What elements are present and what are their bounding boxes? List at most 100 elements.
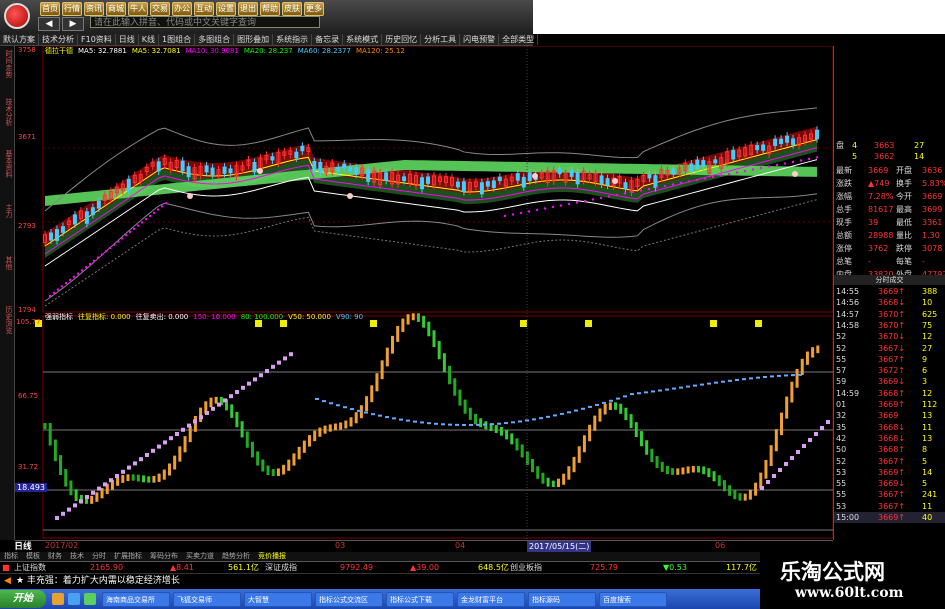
toolbar-button-0[interactable]: 首页 xyxy=(40,2,60,16)
ind-bar-141 xyxy=(774,429,778,452)
tick-price: 3669↑ xyxy=(878,467,906,477)
menu-item-3[interactable]: 日线 xyxy=(116,34,139,45)
stat-label: 总额 xyxy=(836,231,852,240)
tick-volume: 40 xyxy=(922,513,933,522)
stat-label2: 换手 xyxy=(896,179,912,188)
toolbar-button-5[interactable]: 交易 xyxy=(150,2,170,16)
trend-dot-b34 xyxy=(775,163,779,167)
start-button[interactable]: 开始 xyxy=(0,590,46,608)
app-icon[interactable] xyxy=(84,593,96,605)
taskbar-task-0[interactable]: 海南商品交易所 xyxy=(102,591,170,607)
stock-chart[interactable] xyxy=(15,46,833,540)
menu-item-12[interactable]: 分析工具 xyxy=(421,34,461,45)
menu-item-14[interactable]: 全部类型 xyxy=(499,34,539,45)
toolbar-button-6[interactable]: 办公 xyxy=(172,2,192,16)
menu-item-7[interactable]: 图形叠加 xyxy=(234,34,274,45)
kdj-square-a35 xyxy=(265,369,269,373)
menu-item-8[interactable]: 系统指示 xyxy=(273,34,313,45)
sub-tab-9[interactable]: 竞价播报 xyxy=(254,552,290,561)
side-tab-5[interactable]: 历史浏览 xyxy=(1,306,13,334)
side-tab-2[interactable]: 基本资料 xyxy=(1,150,13,178)
sub-tab-1[interactable]: 模板 xyxy=(22,552,44,561)
tick-price: 3670↓ xyxy=(878,332,906,342)
tick-price: 3667↑ xyxy=(878,501,906,511)
ma-dash-42 xyxy=(609,399,613,402)
menu-item-5[interactable]: 1图组合 xyxy=(159,34,196,45)
stat-row-2: 涨幅 7.28% 今开 3669 xyxy=(834,191,945,202)
back-button[interactable]: ◀ xyxy=(38,17,60,31)
ind-bar-113 xyxy=(629,414,633,429)
ma-dash-46 xyxy=(637,392,641,395)
folder-icon[interactable] xyxy=(52,593,64,605)
taskbar-task-2[interactable]: 大智慧 xyxy=(244,591,312,607)
toolbar-button-7[interactable]: 互动 xyxy=(194,2,214,16)
trend-dot-a23 xyxy=(140,221,144,224)
stat-value2: 3636 xyxy=(922,166,943,175)
search-input[interactable]: 请在此输入拼音、代码或中文关键字查询 xyxy=(90,16,320,28)
stat-value: 7.28% xyxy=(868,192,894,201)
trend-dot-a13 xyxy=(100,253,104,256)
menu-item-6[interactable]: 多图组合 xyxy=(195,34,235,45)
menu-item-0[interactable]: 默认方案 xyxy=(0,34,39,45)
toolbar-button-12[interactable]: 更多 xyxy=(304,2,324,16)
menu-item-9[interactable]: 备忘录 xyxy=(312,34,344,45)
sub-tab-8[interactable]: 趋势分析 xyxy=(218,552,254,561)
ind-axis-lower: 31.72 xyxy=(18,463,39,471)
kdj-square-a17 xyxy=(157,444,161,449)
ma-dash-36 xyxy=(567,411,571,414)
forward-button[interactable]: ▶ xyxy=(62,17,84,31)
toolbar-button-10[interactable]: 帮助 xyxy=(260,2,280,16)
side-tab-3[interactable]: 主力 xyxy=(1,204,13,218)
toolbar-button-2[interactable]: 资讯 xyxy=(84,2,104,16)
ma-dash-25 xyxy=(490,423,494,426)
taskbar-task-5[interactable]: 金龙财富平台 xyxy=(457,591,525,607)
outer-lower-line xyxy=(44,199,818,307)
candle-42 xyxy=(294,151,299,159)
toolbar-button-11[interactable]: 皮肤 xyxy=(282,2,302,16)
tick-time: 52 xyxy=(836,332,847,342)
toolbar-button-3[interactable]: 商城 xyxy=(106,2,126,16)
menu-item-11[interactable]: 历史回忆 xyxy=(382,34,422,45)
toolbar-button-9[interactable]: 退出 xyxy=(238,2,258,16)
kdj-square-a23 xyxy=(193,419,197,424)
menu-item-13[interactable]: 闪电预警 xyxy=(460,34,500,45)
sub-tab-2[interactable]: 财务 xyxy=(44,552,66,561)
sub-tab-7[interactable]: 买卖力道 xyxy=(182,552,218,561)
taskbar-task-7[interactable]: 百度搜索 xyxy=(599,591,667,607)
ind-bar-3 xyxy=(59,455,63,476)
menu-item-1[interactable]: 技术分析 xyxy=(39,34,78,45)
toolbar-button-4[interactable]: 牛人 xyxy=(128,2,148,16)
ind-bar-42 xyxy=(261,459,265,472)
tick-price: 3668↑ xyxy=(878,388,906,398)
menu-item-2[interactable]: F10资料 xyxy=(78,34,116,45)
ind-bar-104 xyxy=(582,435,586,453)
side-tab-4[interactable]: 其他 xyxy=(1,256,13,270)
sub-tab-0[interactable]: 指标 xyxy=(0,552,22,561)
taskbar-task-6[interactable]: 指标源码 xyxy=(528,591,596,607)
trend-dot-b15 xyxy=(623,192,627,195)
taskbar-task-4[interactable]: 指标公式下载 xyxy=(386,591,454,607)
toolbar-button-8[interactable]: 设置 xyxy=(216,2,236,16)
taskbar-task-1[interactable]: 飞狐交易师 xyxy=(173,591,241,607)
sub-tab-5[interactable]: 扩展指标 xyxy=(110,552,146,561)
bid-vol: 14 xyxy=(914,152,925,161)
sub-tab-6[interactable]: 筹码分布 xyxy=(146,552,182,561)
ind-bar-37 xyxy=(235,411,239,428)
ma-dash-52 xyxy=(679,386,683,389)
app-logo-icon[interactable] xyxy=(4,3,30,29)
side-tab-1[interactable]: 技术分析 xyxy=(1,98,13,126)
ma-dash-8 xyxy=(371,413,375,416)
browser-icon[interactable] xyxy=(68,593,80,605)
menu-item-10[interactable]: 系统模式 xyxy=(343,34,383,45)
buy-marker-5 xyxy=(792,171,798,177)
sub-tab-3[interactable]: 技术 xyxy=(66,552,88,561)
taskbar-task-3[interactable]: 指标公式交流区 xyxy=(315,591,383,607)
toolbar-button-1[interactable]: 行情 xyxy=(62,2,82,16)
news-ticker[interactable]: ◀ ★ 丰充强：着力扩大内需以稳定经济增长 xyxy=(0,573,760,588)
tick-price: 3668↓ xyxy=(878,298,906,308)
candle-105 xyxy=(671,168,676,175)
sub-tab-4[interactable]: 分时 xyxy=(88,552,110,561)
menu-item-4[interactable]: K线 xyxy=(139,34,160,45)
side-tab-0[interactable]: 时间走势 xyxy=(1,50,13,78)
time-label-5: 06 xyxy=(715,541,726,550)
